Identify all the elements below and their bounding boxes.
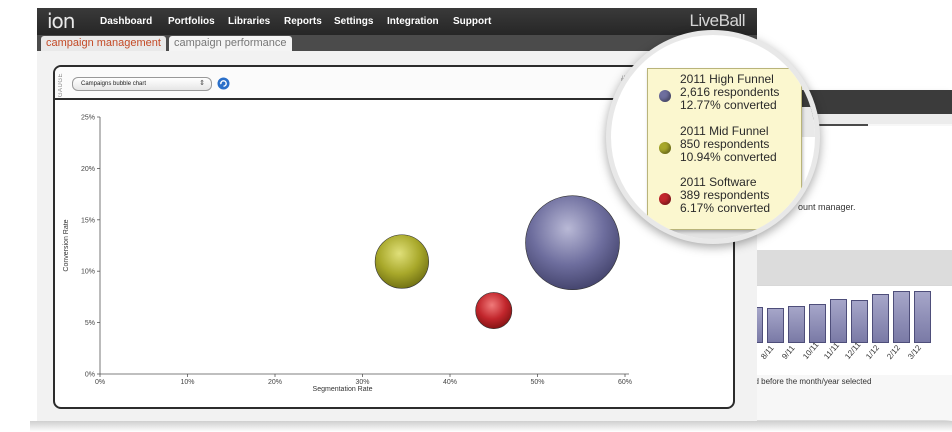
background-bar-label: 9/11 — [780, 343, 797, 361]
nav-item-portfolios[interactable]: Portfolios — [168, 16, 215, 27]
nav-item-reports[interactable]: Reports — [284, 16, 322, 27]
y-tick-label: 5% — [85, 320, 95, 327]
x-axis-label: Segmentation Rate — [313, 386, 373, 393]
background-bar — [788, 305, 805, 343]
tooltip-entry-software: 2011 Software 389 respondents 6.17% conv… — [680, 176, 770, 215]
background-bar — [872, 294, 889, 343]
background-bar-label: 3/12 — [906, 343, 924, 361]
x-tick-label: 60% — [618, 379, 632, 386]
tooltip-converted: 12.77% converted — [680, 98, 777, 112]
tooltip-entry-mid-funnel: 2011 Mid Funnel 850 respondents 10.94% c… — [680, 125, 777, 164]
select-arrows-icon: ⇕ — [199, 80, 205, 87]
x-tick-label: 50% — [530, 379, 544, 386]
gauge-select-value: Campaigns bubble chart — [81, 81, 147, 87]
nav-item-dashboard[interactable]: Dashboard — [100, 16, 152, 27]
background-bar-label: 2/12 — [885, 343, 903, 361]
bubble-tooltip: 2011 High Funnel 2,616 respondents 12.77… — [647, 68, 802, 230]
background-bar — [809, 303, 826, 343]
x-tick-label: 10% — [180, 379, 194, 386]
background-bar-label: 8/11 — [759, 343, 776, 361]
x-tick-label: 40% — [443, 379, 457, 386]
y-tick-label: 10% — [81, 269, 95, 276]
chart-bubbles — [374, 195, 620, 329]
screenshot-stage: ount manager. 8/11 9/11 10/11 11/11 12/11 1/1… — [0, 0, 952, 432]
y-axis-label: Conversion Rate — [63, 219, 70, 271]
tooltip-dot-software — [659, 193, 671, 205]
liveball-brand-logo: LiveBall — [689, 11, 745, 30]
bubble-2011-high-funnel[interactable] — [525, 195, 620, 291]
page-shadow — [30, 421, 952, 432]
gauge-select[interactable]: Campaigns bubble chart ⇕ — [72, 77, 212, 91]
y-tick-label: 25% — [81, 115, 95, 122]
nav-item-libraries[interactable]: Libraries — [228, 16, 270, 27]
tooltip-dot-high-funnel — [659, 90, 671, 102]
y-tick-label: 0% — [85, 372, 95, 379]
top-nav-bar: ion Dashboard Portfolios Libraries Repor… — [37, 8, 757, 35]
refresh-icon[interactable] — [217, 77, 230, 90]
magnifier-callout: 2011 High Funnel 2,616 respondents 12.77… — [606, 30, 820, 244]
y-tick-label: 15% — [81, 217, 95, 224]
background-bar — [767, 308, 784, 343]
nav-item-integration[interactable]: Integration — [387, 16, 439, 27]
tooltip-dot-mid-funnel — [659, 142, 671, 154]
background-bar-label: 1/12 — [864, 343, 882, 361]
background-bar — [851, 300, 868, 343]
gauge-label: GAUGE — [58, 73, 64, 98]
background-bar — [893, 290, 910, 343]
background-bar-chart: 8/11 9/11 10/11 11/11 12/11 1/12 2/12 3/12 — [746, 285, 952, 375]
background-window-text: ount manager. — [798, 202, 856, 212]
background-bar — [914, 290, 931, 343]
background-window-footnote: ved before the month/year selected — [746, 377, 872, 386]
background-bar-label: 11/11 — [822, 340, 842, 361]
x-tick-label: 30% — [355, 379, 369, 386]
nav-item-settings[interactable]: Settings — [334, 16, 373, 27]
background-bar — [830, 298, 847, 343]
background-window-divider — [736, 250, 952, 290]
tab-campaign-management[interactable]: campaign management — [41, 36, 166, 51]
tab-campaign-performance[interactable]: campaign performance — [169, 36, 292, 51]
x-tick-label: 0% — [95, 379, 105, 386]
y-tick-label: 20% — [81, 166, 95, 173]
nav-item-support[interactable]: Support — [453, 16, 491, 27]
tooltip-converted: 10.94% converted — [680, 150, 777, 164]
background-bar-label: 12/11 — [843, 340, 863, 361]
x-tick-label: 20% — [268, 379, 282, 386]
tooltip-converted: 6.17% converted — [680, 201, 771, 215]
tooltip-entry-high-funnel: 2011 High Funnel 2,616 respondents 12.77… — [680, 73, 779, 112]
bubble-2011-software[interactable] — [475, 292, 513, 329]
background-bar-label: 10/11 — [801, 340, 821, 361]
background-window-tab — [814, 114, 952, 124]
tab-bar: campaign management campaign performance — [37, 35, 757, 51]
bubble-2011-mid-funnel[interactable] — [374, 234, 429, 289]
ion-logo[interactable]: ion — [47, 9, 75, 33]
